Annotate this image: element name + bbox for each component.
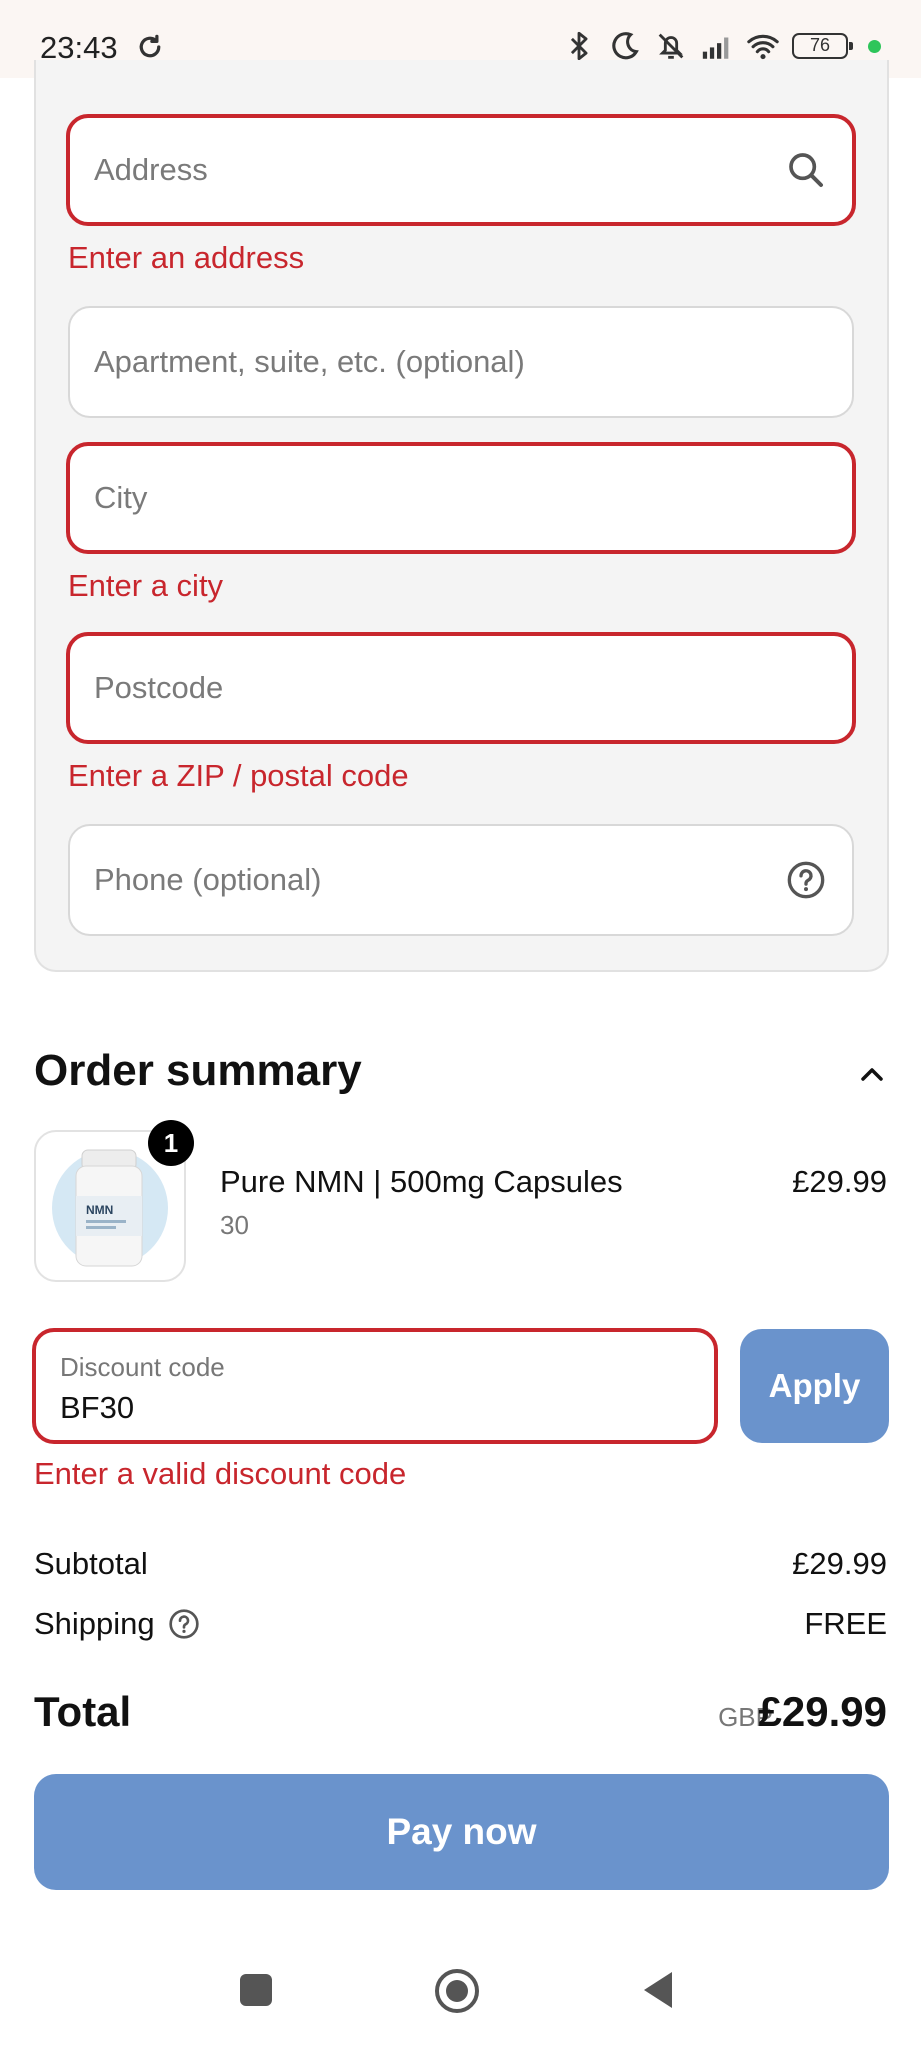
product-variant: 30 (220, 1210, 249, 1240)
city-placeholder: City (94, 480, 148, 515)
search-icon[interactable] (786, 150, 826, 190)
shipping-label: Shipping (34, 1606, 155, 1641)
signal-icon (702, 37, 729, 59)
recents-nav-icon[interactable] (240, 1974, 272, 2006)
order-summary-title: Order summary (34, 1046, 362, 1095)
discount-code-value[interactable]: BF30 (60, 1390, 134, 1426)
shipping-value: FREE (804, 1606, 887, 1641)
apply-button[interactable]: Apply (740, 1329, 889, 1443)
address-error: Enter an address (68, 240, 305, 275)
subtotal-value: £29.99 (792, 1546, 887, 1581)
bluetooth-icon (570, 31, 588, 61)
home-nav-icon[interactable] (434, 1968, 480, 2014)
battery-icon: 76 (792, 33, 853, 59)
sync-icon (139, 34, 161, 58)
phone-field[interactable]: Phone (optional) (68, 824, 854, 936)
discount-error: Enter a valid discount code (34, 1456, 407, 1491)
shipping-help-icon[interactable] (168, 1608, 200, 1640)
phone-placeholder: Phone (optional) (94, 862, 322, 897)
bell-off-icon (658, 33, 684, 59)
moon-icon (612, 32, 639, 60)
city-field[interactable]: City (66, 442, 856, 554)
discount-code-label: Discount code (60, 1352, 225, 1382)
postcode-error: Enter a ZIP / postal code (68, 758, 409, 793)
product-image-label: NMN (86, 1203, 113, 1217)
wifi-icon (747, 34, 779, 60)
address-field[interactable]: Address (66, 114, 856, 226)
pay-now-button[interactable]: Pay now (34, 1774, 889, 1890)
product-name: Pure NMN | 500mg Capsules (220, 1164, 623, 1199)
chevron-up-icon[interactable] (857, 1064, 887, 1084)
quantity-badge: 1 (148, 1120, 194, 1166)
address-placeholder: Address (94, 152, 208, 187)
help-icon[interactable] (786, 860, 826, 900)
discount-code-field[interactable]: Discount code BF30 (32, 1328, 718, 1444)
total-label: Total (34, 1688, 132, 1735)
city-error: Enter a city (68, 568, 224, 603)
back-nav-icon[interactable] (640, 1970, 676, 2010)
postcode-field[interactable]: Postcode (66, 632, 856, 744)
product-price: £29.99 (792, 1164, 887, 1199)
postcode-placeholder: Postcode (94, 670, 224, 705)
total-value: £29.99 (758, 1688, 887, 1735)
subtotal-label: Subtotal (34, 1546, 148, 1581)
privacy-indicator-dot (868, 39, 881, 53)
apartment-placeholder: Apartment, suite, etc. (optional) (94, 344, 525, 379)
apartment-field[interactable]: Apartment, suite, etc. (optional) (68, 306, 854, 418)
